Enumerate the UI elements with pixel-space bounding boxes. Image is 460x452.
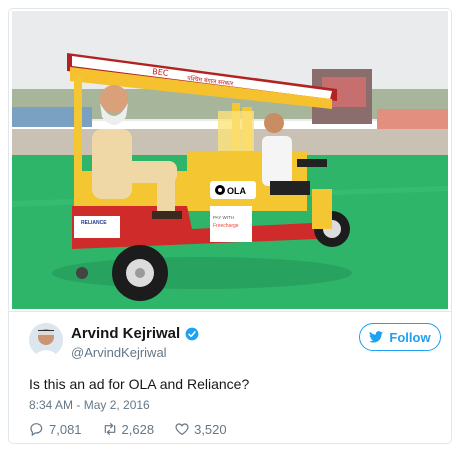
like-count: 3,520 xyxy=(194,421,227,437)
tweet-card: i BEC पश्चिम बंगाल सरकार RELIANCE xyxy=(8,8,452,444)
tweet-timestamp[interactable]: 8:34 AM - May 2, 2016 xyxy=(29,398,150,412)
like-action[interactable]: 3,520 xyxy=(174,421,227,437)
retweet-action[interactable]: 2,628 xyxy=(102,421,155,437)
author-name-row: Arvind Kejriwal xyxy=(71,325,199,342)
verified-badge-icon xyxy=(185,327,199,340)
author-name[interactable]: Arvind Kejriwal xyxy=(71,325,180,342)
divider xyxy=(9,311,451,312)
tweet-text: Is this an ad for OLA and Reliance? xyxy=(29,376,250,392)
retweet-count: 2,628 xyxy=(121,421,155,437)
avatar[interactable] xyxy=(29,323,63,357)
retweet-icon xyxy=(104,423,115,435)
freecharge-label: Freecharge xyxy=(213,223,239,229)
ola-label: OLA xyxy=(227,186,246,196)
follow-label: Follow xyxy=(389,329,431,345)
heart-icon xyxy=(175,423,189,436)
twitter-bird-icon xyxy=(369,331,384,343)
reply-count: 7,081 xyxy=(49,421,82,437)
reliance-label: RELIANCE xyxy=(81,220,107,226)
reply-icon xyxy=(30,423,43,437)
tweet-photo[interactable]: BEC पश्चिम बंगाल सरकार RELIANCE OLA PAY … xyxy=(12,11,448,309)
author-handle[interactable]: @ArvindKejriwal xyxy=(71,345,167,360)
tweet-actions: 7,081 2,628 3,520 xyxy=(29,421,227,437)
pay-with-label: PAY WITH xyxy=(213,215,234,220)
follow-button[interactable]: Follow xyxy=(359,323,441,351)
reply-action[interactable]: 7,081 xyxy=(29,421,82,437)
